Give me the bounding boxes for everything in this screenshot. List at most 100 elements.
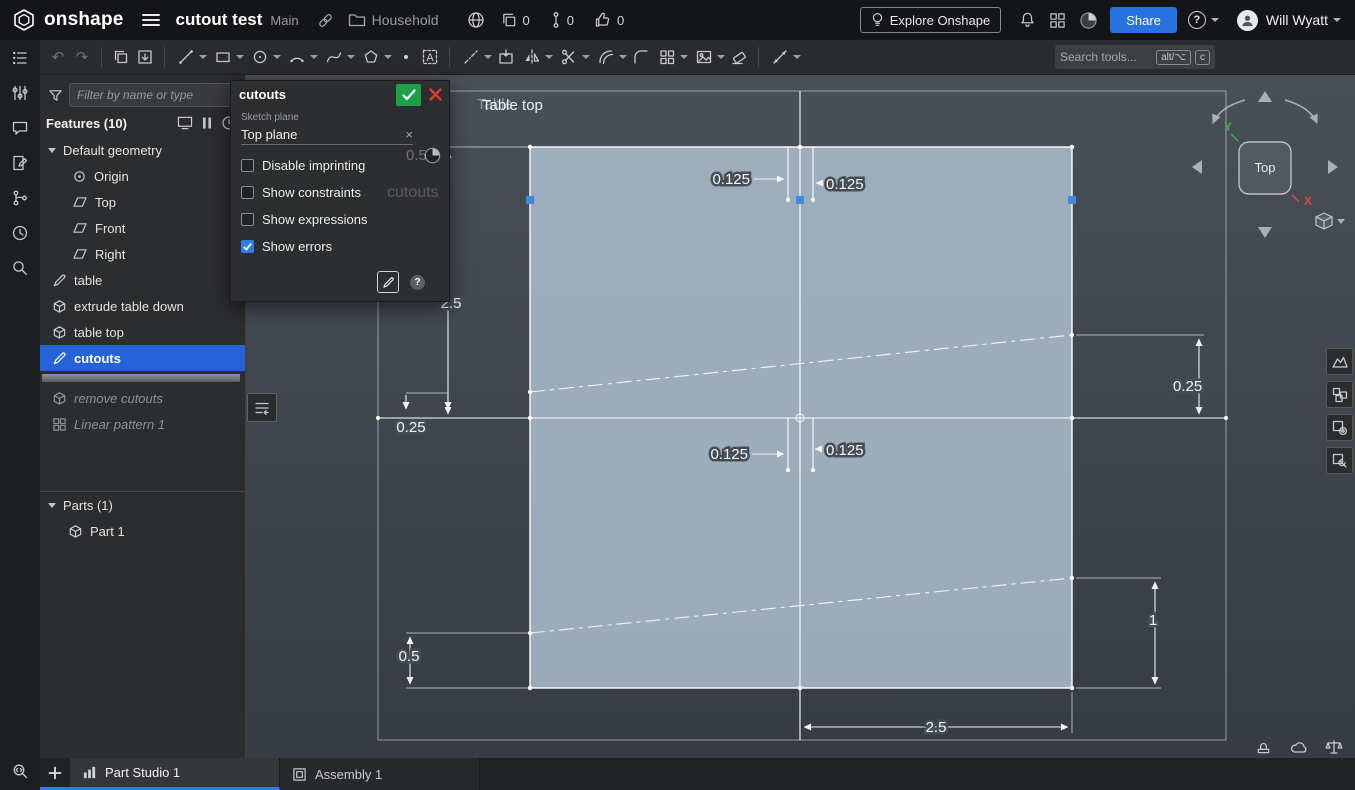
dialog-confirm-button[interactable] — [396, 83, 421, 106]
thumbs-up-icon[interactable] — [594, 11, 612, 29]
tree-item-front-plane[interactable]: Front — [40, 215, 245, 241]
tree-item-top-plane[interactable]: Top — [40, 189, 245, 215]
tab-assembly-1[interactable]: Assembly 1 — [280, 758, 480, 790]
checkbox-show-expressions[interactable]: Show expressions — [241, 206, 439, 233]
tree-item-table-top[interactable]: table top — [40, 319, 245, 345]
follow-mode-icon[interactable] — [177, 116, 193, 130]
tree-item-right-plane[interactable]: Right — [40, 241, 245, 267]
link-icon[interactable] — [317, 12, 334, 29]
undo-button[interactable]: ↶ — [46, 44, 70, 70]
sketch-geometry[interactable] — [376, 90, 1228, 741]
insert-image-button[interactable] — [692, 44, 716, 70]
measure-tool-button[interactable] — [768, 44, 792, 70]
checkbox-show-constraints[interactable]: Show constraints — [241, 179, 439, 206]
history-panel-button[interactable] — [6, 220, 34, 246]
trim-tool-button[interactable] — [557, 44, 581, 70]
tree-item-cutouts-selected[interactable]: cutouts — [40, 345, 245, 371]
user-menu-chevron-icon[interactable] — [1333, 18, 1341, 22]
plane-orientation-icon[interactable] — [423, 146, 442, 168]
tree-item-sketch-table[interactable]: table — [40, 267, 245, 293]
notifications-bell-icon[interactable] — [1019, 11, 1036, 29]
feature-filter-input[interactable] — [69, 83, 237, 107]
tree-item-remove-cutouts[interactable]: remove cutouts — [40, 385, 245, 411]
point-tool-button[interactable] — [394, 44, 418, 70]
versions-icon[interactable] — [550, 11, 562, 29]
trim-tool-chevron-icon[interactable] — [582, 55, 590, 59]
spline-tool-button[interactable] — [322, 44, 346, 70]
line-tool-chevron-icon[interactable] — [199, 55, 207, 59]
right-rail-button-1[interactable] — [1326, 348, 1353, 375]
spline-tool-chevron-icon[interactable] — [347, 55, 355, 59]
arc-tool-button[interactable] — [285, 44, 309, 70]
view-mode-cube-icon[interactable] — [1315, 212, 1345, 230]
pause-icon[interactable] — [201, 116, 213, 130]
project-convert-button[interactable] — [494, 44, 518, 70]
tree-item-part-1[interactable]: Part 1 — [40, 518, 245, 544]
construction-tool-chevron-icon[interactable] — [484, 55, 492, 59]
checkbox-box[interactable] — [241, 213, 254, 226]
appearance-button[interactable] — [1253, 737, 1273, 757]
sketch-plane-field[interactable]: Top plane × — [241, 124, 413, 145]
checkbox-show-errors[interactable]: Show errors — [241, 233, 439, 260]
app-grid-icon[interactable] — [1049, 12, 1066, 29]
polygon-tool-chevron-icon[interactable] — [384, 55, 392, 59]
offset-tool-button[interactable] — [594, 44, 618, 70]
insert-image-chevron-icon[interactable] — [717, 55, 725, 59]
search-tools-input[interactable] — [1060, 50, 1153, 64]
circle-tool-button[interactable] — [248, 44, 272, 70]
rectangle-tool-button[interactable] — [211, 44, 235, 70]
user-avatar[interactable] — [1236, 9, 1258, 31]
tree-item-linear-pattern-1[interactable]: Linear pattern 1 — [40, 411, 245, 437]
checkbox-box[interactable] — [241, 240, 254, 253]
share-button[interactable]: Share — [1110, 7, 1177, 33]
mirror-tool-chevron-icon[interactable] — [545, 55, 553, 59]
dialog-header[interactable]: cutouts — [231, 81, 449, 108]
tree-item-extrude-table-down[interactable]: extrude table down — [40, 293, 245, 319]
view-cube[interactable]: Top Y X — [1192, 91, 1345, 238]
folder-name[interactable]: Household — [372, 12, 439, 28]
dialog-help-icon[interactable]: ? — [410, 274, 425, 290]
mirror-tool-button[interactable] — [520, 44, 544, 70]
pattern-tool-chevron-icon[interactable] — [680, 55, 688, 59]
new-tab-button[interactable] — [40, 758, 70, 790]
checkbox-disable-imprinting[interactable]: Disable imprinting — [241, 152, 439, 179]
notes-panel-button[interactable] — [6, 150, 34, 176]
construction-tool-button[interactable] — [459, 44, 483, 70]
checkbox-box[interactable] — [241, 186, 254, 199]
tree-item-origin[interactable]: Origin — [40, 163, 245, 189]
rollback-bar[interactable] — [42, 374, 240, 382]
pattern-tool-button[interactable] — [655, 44, 679, 70]
clear-selection-icon[interactable]: × — [405, 127, 413, 142]
main-menu-icon[interactable] — [141, 14, 160, 26]
help-menu[interactable]: ? — [1187, 11, 1219, 29]
learning-center-button[interactable] — [6, 255, 34, 281]
paste-sketch-button[interactable] — [133, 44, 157, 70]
explore-onshape-button[interactable]: Explore Onshape — [859, 7, 1002, 33]
units-scale-button[interactable] — [1324, 737, 1344, 757]
filter-funnel-icon[interactable] — [48, 88, 63, 103]
fillet-tool-button[interactable] — [629, 44, 653, 70]
tab-part-studio-1[interactable]: Part Studio 1 — [70, 758, 280, 790]
dialog-cancel-button[interactable] — [424, 84, 446, 106]
right-rail-button-3[interactable] — [1326, 414, 1353, 441]
circle-tool-chevron-icon[interactable] — [273, 55, 281, 59]
search-document-button[interactable] — [6, 758, 34, 784]
globe-icon[interactable] — [467, 11, 485, 29]
branch-name[interactable]: Main — [270, 13, 298, 28]
folder-icon[interactable] — [348, 12, 366, 28]
erase-tool-button[interactable] — [727, 44, 751, 70]
feature-list-flyout-button[interactable] — [247, 393, 277, 422]
right-rail-button-4[interactable] — [1326, 447, 1353, 474]
comments-panel-button[interactable] — [6, 115, 34, 141]
sketch-mode-button[interactable] — [377, 271, 399, 293]
sync-status-button[interactable] — [1289, 737, 1309, 757]
redo-button[interactable]: ↷ — [70, 44, 94, 70]
tree-section-default-geometry[interactable]: Default geometry — [40, 137, 245, 163]
copy-button[interactable] — [109, 44, 133, 70]
feature-list-panel-button[interactable] — [6, 45, 34, 71]
arc-tool-chevron-icon[interactable] — [310, 55, 318, 59]
copies-icon[interactable] — [501, 12, 518, 29]
offset-tool-chevron-icon[interactable] — [619, 55, 627, 59]
onshape-logo-icon[interactable] — [12, 8, 36, 32]
help-center-icon[interactable] — [1079, 11, 1098, 30]
